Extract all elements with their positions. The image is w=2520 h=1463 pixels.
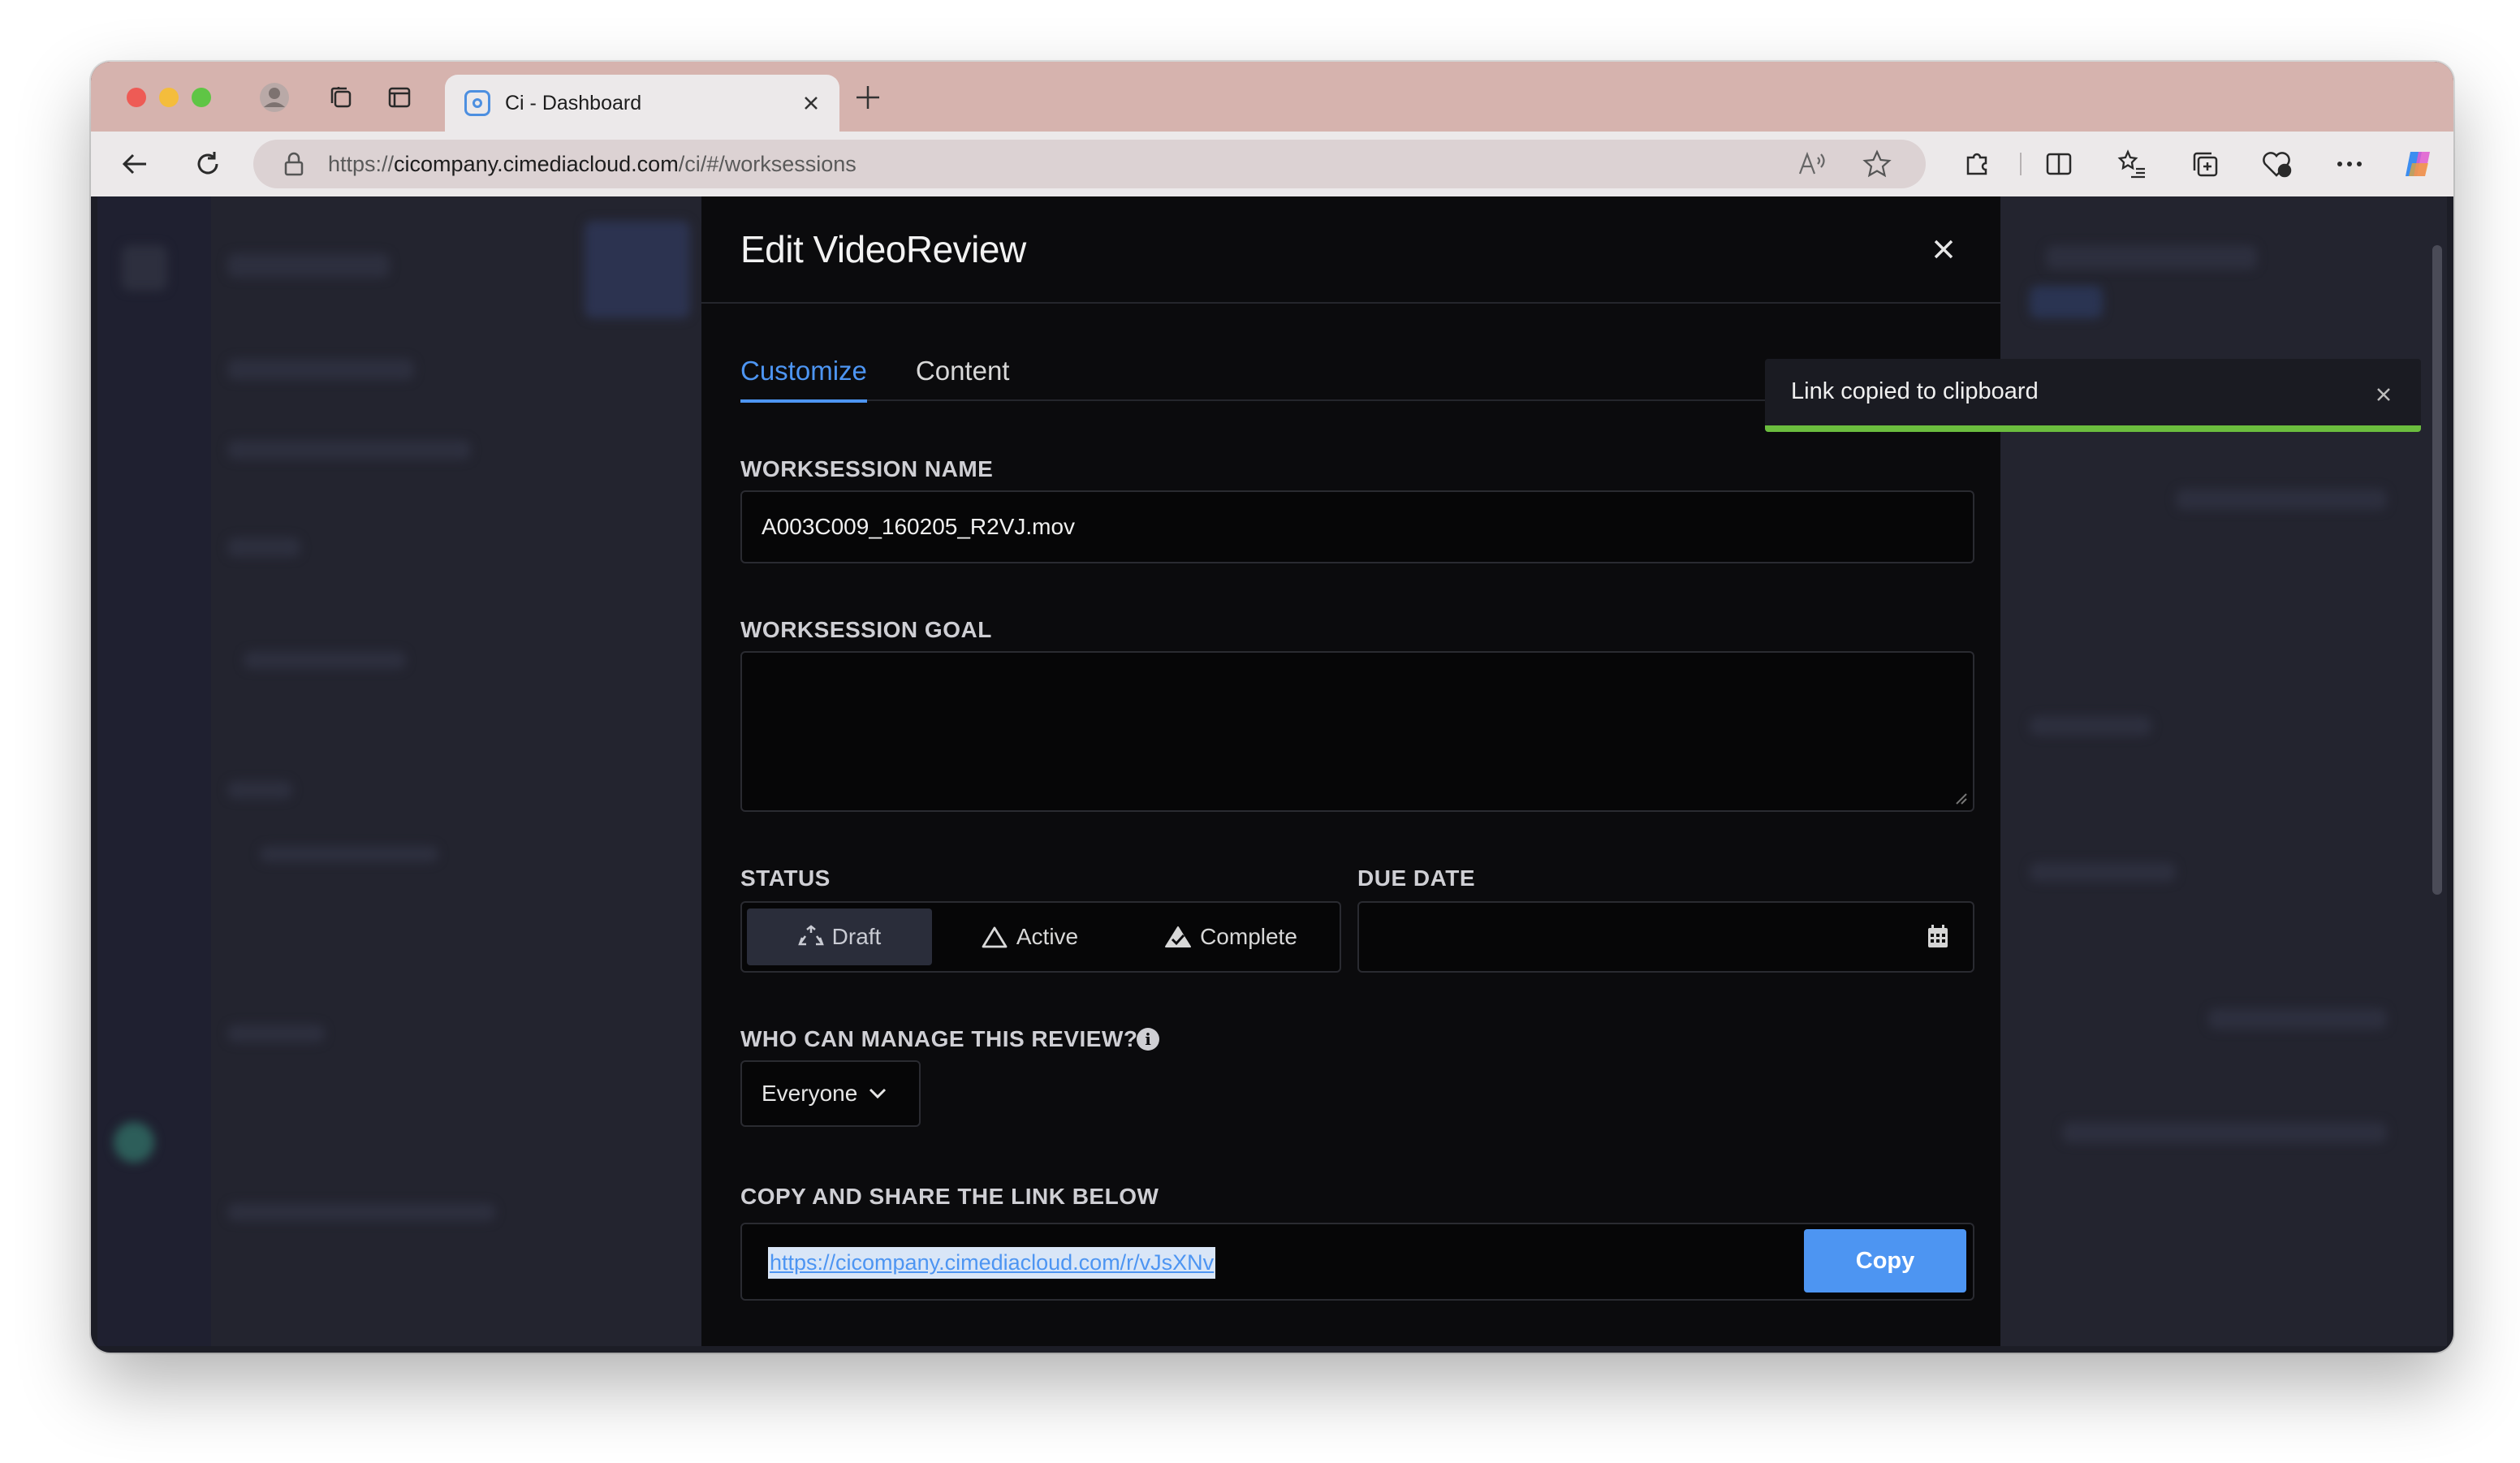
worksession-name-label: WORKSESSION NAME [740,456,994,481]
workspaces-icon[interactable] [323,80,359,115]
toolbar-divider [2020,153,2022,175]
tab-title: Ci - Dashboard [505,91,642,114]
favorites-list-icon[interactable] [2112,145,2151,183]
browser-toolbar: https://cicompany.cimediacloud.com/ci/#/… [91,132,2453,196]
background-card [585,221,690,318]
minimize-window-button[interactable] [159,88,179,107]
copy-link-button[interactable]: Copy [1804,1229,1966,1293]
lock-icon[interactable] [278,148,310,180]
reload-icon[interactable] [188,145,227,183]
background-avatar [114,1122,154,1163]
url-text: https://cicompany.cimediacloud.com/ci/#/… [328,151,857,176]
share-link-field[interactable]: https://cicompany.cimediacloud.com/r/vJs… [740,1223,1974,1301]
manage-review-label: WHO CAN MANAGE THIS REVIEW? [740,1026,1138,1051]
favicon-icon [464,90,490,116]
background-item [227,440,471,460]
share-link-text[interactable]: https://cicompany.cimediacloud.com/r/vJs… [768,1247,1216,1279]
toast-notification: Link copied to clipboard [1765,359,2421,432]
tab-content[interactable]: Content [916,356,1010,401]
resize-handle-icon[interactable] [1953,791,1968,805]
background-item [244,651,406,669]
worksession-goal-label: WORKSESSION GOAL [740,617,992,642]
triangle-icon [981,925,1008,949]
back-arrow-icon[interactable] [115,145,154,183]
close-modal-icon[interactable] [1926,231,1961,267]
recycle-icon [797,925,824,949]
read-aloud-icon[interactable] [1796,148,1828,180]
extensions-icon[interactable] [1958,145,1997,183]
favorite-star-icon[interactable] [1861,148,1893,180]
status-draft-button[interactable]: Draft [747,908,932,965]
background-logo [122,245,167,291]
toast-progress-bar [1765,425,2421,432]
background-item [2208,1008,2387,1029]
background-heading [227,253,390,278]
info-icon[interactable]: i [1137,1028,1159,1051]
status-label: STATUS [740,865,831,891]
background-sidebar [97,196,211,1346]
worksession-goal-textarea[interactable] [740,651,1974,812]
status-complete-button[interactable]: Complete [1127,908,1335,965]
browser-window: Ci - Dashboard https://cicompany.cimedia… [91,62,2453,1353]
copilot-icon[interactable] [2398,145,2437,183]
check-shape-icon [1164,925,1192,949]
close-window-button[interactable] [127,88,146,107]
background-item [227,537,300,557]
background-item [227,359,414,380]
calendar-icon[interactable] [1927,924,1948,952]
profile-icon[interactable] [257,80,292,115]
background-item [2046,245,2257,270]
browser-tab[interactable]: Ci - Dashboard [445,75,839,132]
due-date-input[interactable] [1357,901,1974,973]
background-item [260,846,438,862]
page-content: Edit VideoReview Customize Content WORKS… [97,196,2447,1346]
worksession-name-input[interactable]: A003C009_160205_R2VJ.mov [740,490,1974,563]
close-tab-icon[interactable] [802,88,820,119]
maximize-window-button[interactable] [192,88,211,107]
background-item [2062,1122,2387,1143]
manage-review-dropdown[interactable]: Everyone [740,1060,921,1127]
browser-essentials-icon[interactable] [2257,145,2296,183]
new-tab-icon[interactable] [854,80,882,120]
background-item [227,1203,495,1221]
background-item [2030,862,2176,882]
background-item [2176,489,2387,510]
toast-message: Link copied to clipboard [1791,378,2039,404]
address-bar[interactable]: https://cicompany.cimediacloud.com/ci/#/… [253,140,1926,188]
modal-header: Edit VideoReview [701,196,2000,304]
status-active-button[interactable]: Active [932,908,1127,965]
more-options-icon[interactable] [2330,145,2369,183]
due-date-label: DUE DATE [1357,865,1476,891]
background-item [227,781,292,799]
browser-titlebar: Ci - Dashboard [91,62,2453,132]
split-screen-icon[interactable] [2039,145,2078,183]
status-draft-label: Draft [831,924,882,949]
worksession-name-value: A003C009_160205_R2VJ.mov [762,514,1076,539]
manage-review-value: Everyone [762,1081,858,1106]
background-item [2030,716,2151,736]
tab-customize[interactable]: Customize [740,356,867,403]
chevron-down-icon [869,1088,887,1099]
background-button [2030,286,2103,318]
collections-icon[interactable] [2186,145,2224,183]
tab-actions-icon[interactable] [382,80,417,115]
close-toast-icon[interactable] [2369,380,2398,409]
background-item [227,1025,325,1042]
page-scrollbar[interactable] [2432,245,2442,895]
share-link-label: COPY AND SHARE THE LINK BELOW [740,1184,1159,1209]
status-complete-label: Complete [1200,924,1297,949]
status-toggle-group: Draft Active Complete [740,901,1341,973]
modal-title: Edit VideoReview [740,228,1026,270]
status-active-label: Active [1016,924,1079,949]
